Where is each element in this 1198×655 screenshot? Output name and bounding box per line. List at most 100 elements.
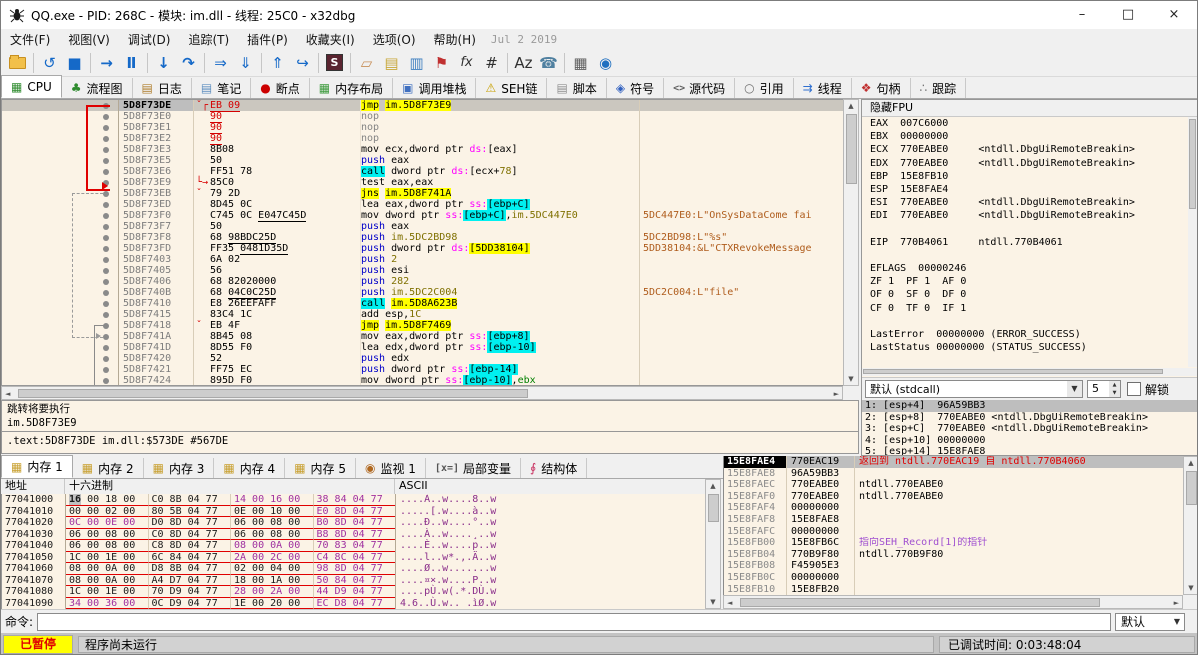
stop-icon[interactable]: ■ [62,51,87,75]
registers-vertical-scrollbar[interactable] [1188,117,1198,367]
functions-icon[interactable]: fx [454,51,479,75]
dump-row[interactable]: 7704104006 00 08 00C8 8D 04 7708 00 0A 0… [2,540,705,552]
step-over-icon[interactable]: ↷ [176,51,201,75]
menu-item[interactable]: 帮助(H) [425,31,485,48]
stack-row[interactable]: 15E8FB0015E8FB6C指向SEH_Record[1]的指针 [724,537,1183,549]
disasm-row[interactable]: 5D8F73E6FF51 78call dword ptr ds:[ecx+78… [2,166,843,177]
labels-icon[interactable]: ▥ [404,51,429,75]
execute-till-return-icon[interactable]: ⇓ [233,51,258,75]
disasm-row[interactable]: 5D8F741583C4 1Cadd esp,1C [2,309,843,320]
dump-row[interactable]: 7704109034 00 36 000C D9 04 771E 00 20 0… [2,598,705,610]
chevron-down-icon[interactable]: ▼ [1067,381,1082,397]
close-button[interactable]: × [1151,1,1197,29]
menu-item[interactable]: 收藏夹(I) [297,31,364,48]
dump-row[interactable]: 770410200C 00 0E 00D0 8D 04 7706 00 08 0… [2,517,705,529]
registers-list[interactable]: EAX 007C6000EBX 00000000ECX 770EABE0 <nt… [862,117,1188,367]
comments-icon[interactable]: ▤ [379,51,404,75]
argument-row[interactable]: 3: [esp+C] 770EABE0 <ntdll.DbgUiRemoteBr… [862,423,1198,435]
disasm-row[interactable]: 5D8F741D8D55 F0lea edx,dword ptr ss:[ebp… [2,342,843,353]
tab-handles[interactable]: ❖句柄 [852,78,911,98]
spin-down-icon[interactable]: ▼ [1109,389,1120,397]
stack-horizontal-scrollbar[interactable]: ◄ ► [723,595,1183,609]
calculator-icon[interactable]: ▦ [568,51,593,75]
argument-row[interactable]: 4: [esp+10] 00000000 [862,435,1198,447]
tab-graph[interactable]: ♣流程图 [62,78,133,98]
disasm-row[interactable]: 5D8F741A8B45 08mov eax,dword ptr ss:[ebp… [2,331,843,342]
run-to-user-code-icon[interactable]: ⇒ [208,51,233,75]
tab-memory-5[interactable]: ▦内存 5 [285,458,356,478]
stack-panel[interactable]: 15E8FAE4770EAC19返回到 ntdll.770EAC19 自 ntd… [723,456,1183,595]
stack-row[interactable]: 15E8FAF400000000 [724,502,1183,514]
dump-vertical-scrollbar[interactable]: ▲ ▼ [705,479,721,609]
menu-item[interactable]: 插件(P) [238,31,297,48]
arguments-panel[interactable]: 1: [esp+4] 96A59BB32: [esp+8] 770EABE0 <… [862,400,1198,455]
disasm-row[interactable]: 5D8F742052push edx [2,353,843,364]
disasm-horizontal-scrollbar[interactable]: ◄ ► [1,386,843,400]
text-encoding-icon[interactable]: Az [511,51,536,75]
disasm-row[interactable]: 5D8F73F868 98BDC25Dpush im.5DC2BD985DC2B… [2,232,843,243]
pause-icon[interactable]: Ⅱ [119,51,144,75]
hide-fpu-button[interactable]: 隐藏FPU [862,100,1198,117]
stack-row[interactable]: 15E8FAF0770EABE0ntdll.770EABE0 [724,491,1183,503]
tab-watch-1[interactable]: ◉监视 1 [356,458,426,478]
scylla-icon[interactable]: S [322,51,347,75]
patch-icon[interactable]: ▱ [354,51,379,75]
maximize-button[interactable]: □ [1105,1,1151,29]
dump-row[interactable]: 770410801C 00 1E 0070 D9 04 7728 00 2A 0… [2,586,705,598]
command-input[interactable] [37,613,1111,631]
detach-icon[interactable]: ☎ [536,51,561,75]
disasm-vertical-scrollbar[interactable]: ▲ ▼ [843,99,859,386]
tab-memory-2[interactable]: ▦内存 2 [73,458,144,478]
disasm-row[interactable]: 5D8F73E9└→85C0test eax,eax [2,177,843,188]
disasm-row[interactable]: 5D8F73FDFF35 0481D35Dpush dword ptr ds:[… [2,243,843,254]
menu-item[interactable]: 追踪(T) [179,31,238,48]
hash-icon[interactable]: # [479,51,504,75]
tab-memory-map[interactable]: ▦内存布局 [310,78,393,98]
tab-threads[interactable]: ⇉线程 [794,78,852,98]
tab-locals[interactable]: [x=]局部变量 [426,458,521,478]
stack-row[interactable]: 15E8FB08F45905E3 [724,560,1183,572]
disasm-row[interactable]: 5D8F740668 82020000push 282 [2,276,843,287]
disasm-row[interactable]: 5D8F740556push esi [2,265,843,276]
stack-row[interactable]: 15E8FAE896A59BB3 [724,468,1183,480]
argument-row[interactable]: 5: [esp+14] 15E8FAE8 [862,446,1198,455]
menu-item[interactable]: 视图(V) [59,31,119,48]
disasm-row[interactable]: 5D8F7421FF75 ECpush dword ptr ss:[ebp-14… [2,364,843,375]
calling-convention-select[interactable]: 默认 (stdcall) ▼ [865,380,1083,398]
disasm-row[interactable]: 5D8F73EBˇ79 2Djns im.5D8F741A [2,188,843,199]
stack-row[interactable]: 15E8FAFC00000000 [724,526,1183,538]
spin-up-icon[interactable]: ▲ [1109,381,1120,389]
stack-row[interactable]: 15E8FAEC770EABE0ntdll.770EABE0 [724,479,1183,491]
tab-seh[interactable]: ⚠SEH链 [476,78,547,98]
dump-row[interactable]: 770410501C 00 1E 006C 84 04 772A 00 2C 0… [2,552,705,564]
tab-call-stack[interactable]: ▣调用堆栈 [393,78,476,98]
disasm-row[interactable]: 5D8F73ED8D45 0Clea eax,dword ptr ss:[ebp… [2,199,843,210]
disasm-row[interactable]: 5D8F7410E8 26EEFAFFcall im.5D8A623B [2,298,843,309]
tab-source[interactable]: <>源代码 [664,78,735,98]
disasm-row[interactable]: 5D8F73E090nop [2,111,843,122]
command-profile-select[interactable]: 默认 ▼ [1115,613,1185,631]
menu-item[interactable]: 选项(O) [364,31,425,48]
run-icon[interactable]: → [94,51,119,75]
disassembly-panel[interactable]: 5D8F73DEˇ┌EB 09jmp im.5D8F73E95D8F73E090… [1,99,843,386]
open-file-icon[interactable] [5,51,30,75]
stack-row[interactable]: 15E8FB04770B9F80ntdll.770B9F80 [724,549,1183,561]
dump-row[interactable]: 7704100016 00 18 00C0 8B 04 7714 00 16 0… [2,494,705,506]
restart-icon[interactable]: ↺ [37,51,62,75]
internet-icon[interactable]: ◉ [593,51,618,75]
chevron-down-icon[interactable]: ▼ [1174,617,1180,626]
menu-item[interactable]: 文件(F) [1,31,59,48]
disasm-row[interactable]: 5D8F73E290nop [2,133,843,144]
dump-row[interactable]: 7704106008 00 0A 00D8 8B 04 7702 00 04 0… [2,563,705,575]
dump-row[interactable]: 7704103006 00 08 00C0 8D 04 7706 00 08 0… [2,529,705,541]
disasm-row[interactable]: 5D8F740B68 04C0C25Dpush im.5DC2C0045DC2C… [2,287,843,298]
tab-symbols[interactable]: ◈符号 [607,78,664,98]
stack-row[interactable]: 15E8FAE4770EAC19返回到 ntdll.770EAC19 自 ntd… [724,456,1183,468]
unlock-checkbox[interactable] [1127,382,1141,396]
disasm-row[interactable]: 5D8F73E190nop [2,122,843,133]
memory-dump-panel[interactable]: 7704100016 00 18 00C0 8B 04 7714 00 16 0… [1,494,705,609]
disasm-row[interactable]: 5D8F7424895D F0mov dword ptr ss:[ebp-10]… [2,375,843,386]
step-into-icon[interactable]: ↓ [151,51,176,75]
tab-references[interactable]: ○引用 [735,78,794,98]
argument-count-stepper[interactable]: 5 ▲▼ [1087,380,1121,398]
